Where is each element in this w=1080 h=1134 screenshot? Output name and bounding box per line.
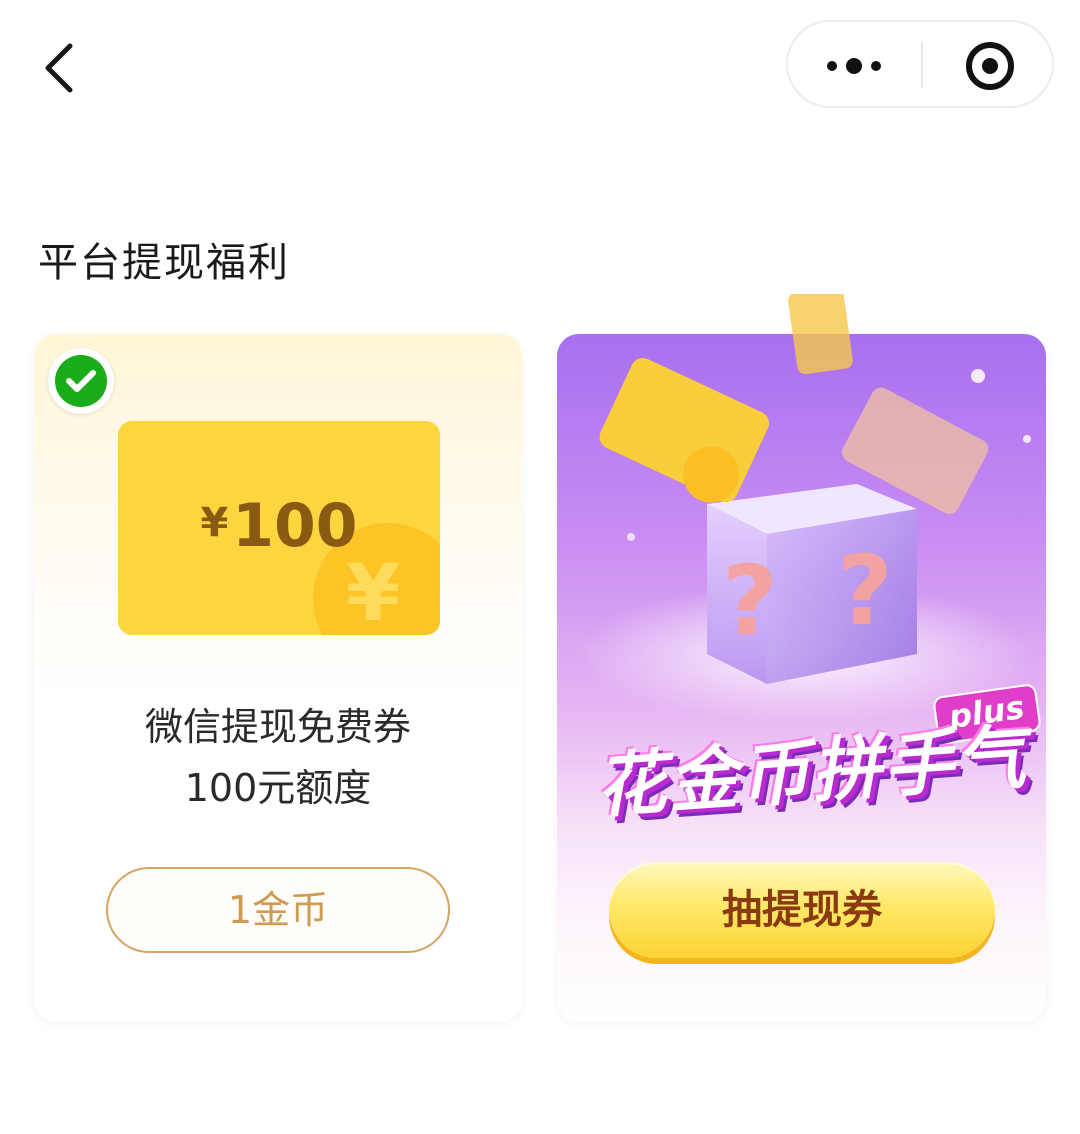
- redeem-coin-button[interactable]: 1金币: [106, 867, 450, 953]
- section-title: 平台提现福利: [38, 240, 290, 286]
- svg-text:?: ?: [837, 535, 893, 647]
- lucky-draw-card[interactable]: ? ? plus 花金币拼手气 抽提现券: [557, 294, 1046, 1022]
- capsule-divider: [921, 42, 923, 88]
- wechat-voucher-card[interactable]: ¥ ¥100 微信提现免费券 100元额度 1金币: [34, 334, 522, 1022]
- chevron-left-icon: [45, 43, 73, 93]
- draw-voucher-button[interactable]: 抽提现券: [609, 862, 995, 958]
- back-button[interactable]: [38, 38, 88, 98]
- svg-text:?: ?: [722, 545, 778, 657]
- voucher-currency: ¥: [200, 500, 229, 546]
- voucher-image: ¥ ¥100: [118, 421, 440, 635]
- wechat-pay-icon: [48, 348, 114, 414]
- voucher-value: 100: [232, 491, 358, 561]
- voucher-amount: ¥100: [118, 491, 440, 561]
- voucher-quota: 100元额度: [184, 766, 372, 810]
- close-button[interactable]: [924, 22, 1052, 106]
- voucher-title: 微信提现免费券: [144, 705, 411, 749]
- more-button[interactable]: [788, 22, 920, 106]
- mini-program-capsule: [786, 20, 1054, 108]
- target-close-icon: [966, 42, 1014, 90]
- more-dots-icon: [827, 58, 881, 74]
- coin-yen-glyph: ¥: [346, 549, 401, 635]
